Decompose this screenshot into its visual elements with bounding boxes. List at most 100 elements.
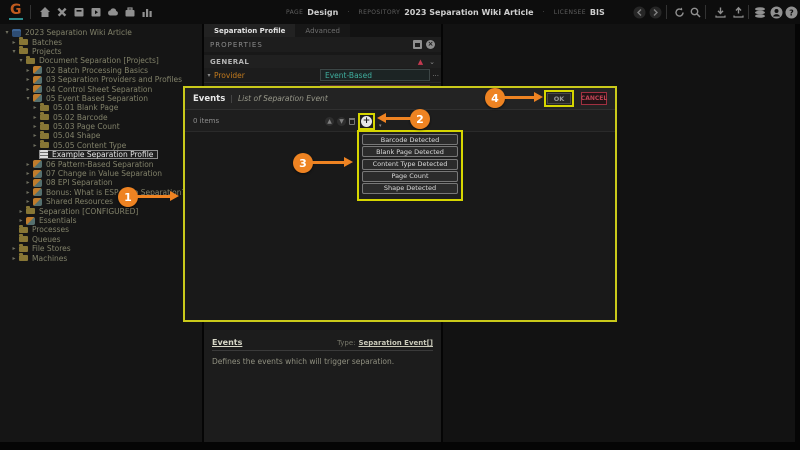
expander-closed-icon[interactable]: ▸	[31, 142, 39, 149]
project-icon	[33, 198, 42, 206]
expander-open-icon[interactable]: ▾	[17, 57, 25, 64]
expander-open-icon[interactable]: ▾	[10, 48, 18, 55]
tab-separation-profile[interactable]: Separation Profile	[204, 24, 295, 37]
download-icon[interactable]	[713, 5, 727, 19]
tree-item-label: Batches	[32, 38, 62, 47]
expander-closed-icon[interactable]: ▸	[24, 161, 32, 168]
tree-item[interactable]: Example Separation Profile	[0, 150, 202, 159]
tree-item[interactable]: ▾2023 Separation Wiki Article	[0, 28, 202, 37]
expander-closed-icon[interactable]: ▸	[31, 132, 39, 139]
cancel-button[interactable]: CANCEL	[581, 92, 607, 105]
type-label: Type:	[337, 339, 355, 347]
tab-advanced[interactable]: Advanced	[295, 24, 350, 37]
expander-closed-icon[interactable]: ▸	[17, 217, 25, 224]
folder-icon	[19, 48, 28, 54]
expander-closed-icon[interactable]: ▸	[17, 208, 25, 215]
type-value-link[interactable]: Separation Event[]	[359, 339, 434, 347]
provider-label: Provider	[214, 71, 245, 80]
add-item-icon[interactable]: +	[361, 116, 372, 127]
provider-row[interactable]: ▾ Provider Event-Based ...	[204, 68, 441, 83]
archive-icon[interactable]	[72, 5, 86, 19]
tree-item[interactable]: Processes	[0, 225, 202, 234]
title-separator: |	[230, 94, 233, 103]
tree-item[interactable]: ▸ Batches	[0, 37, 202, 46]
tree-item[interactable]: ▸03 Separation Providers and Profiles	[0, 75, 202, 84]
provider-value-field[interactable]: Event-Based	[320, 69, 430, 81]
help-icon[interactable]: ?	[784, 5, 798, 19]
tree-item[interactable]: ▸File Stores	[0, 244, 202, 253]
delete-icon[interactable]	[349, 118, 355, 125]
user-icon[interactable]	[769, 5, 783, 19]
tools-icon[interactable]	[55, 5, 69, 19]
provider-more-button[interactable]: ...	[432, 70, 439, 78]
tree-item[interactable]: ▾05 Event Based Separation	[0, 94, 202, 103]
tree-item[interactable]: ▸ 04 Control Sheet Separation	[0, 84, 202, 93]
tree-item[interactable]: ▸02 Batch Processing Basics	[0, 66, 202, 75]
tree-item[interactable]: Queues	[0, 235, 202, 244]
dropdown-item[interactable]: Shape Detected	[362, 183, 458, 194]
tree-item-label: 06 Pattern-Based Separation	[46, 160, 154, 169]
repository-value[interactable]: 2023 Separation Wiki Article	[404, 8, 533, 17]
expander-closed-icon[interactable]: ▸	[10, 245, 18, 252]
forward-icon[interactable]	[648, 5, 662, 19]
search-icon[interactable]	[688, 5, 702, 19]
move-up-icon[interactable]: ▲	[325, 117, 334, 126]
project-icon	[33, 85, 42, 93]
tree-item-label: Machines	[32, 254, 67, 263]
save-icon[interactable]	[413, 40, 422, 49]
expander-closed-icon[interactable]: ▸	[24, 198, 32, 205]
ok-button[interactable]: OK	[547, 93, 571, 104]
expander-open-icon[interactable]: ▾	[3, 29, 11, 36]
page-value[interactable]: Design	[307, 8, 338, 17]
tree-item[interactable]: ▸Separation [CONFIGURED]	[0, 206, 202, 215]
upload-icon[interactable]	[731, 5, 745, 19]
expander-open-icon[interactable]: ▾	[24, 95, 32, 102]
chevron-down-icon[interactable]: ⌄	[429, 58, 435, 66]
expander-closed-icon[interactable]: ▸	[31, 123, 39, 130]
dropdown-item[interactable]: Blank Page Detected	[362, 146, 458, 157]
tree-item[interactable]: ▸Essentials	[0, 216, 202, 225]
expander-closed-icon[interactable]: ▸	[24, 170, 32, 177]
expander-closed-icon[interactable]: ▸	[24, 189, 32, 196]
dropdown-caret-icon[interactable]: ▾	[379, 123, 382, 129]
grooper-logo-icon[interactable]: G	[9, 2, 23, 20]
tree-item[interactable]: ▸05.01 Blank Page	[0, 103, 202, 112]
expander-closed-icon[interactable]: ▸	[24, 76, 32, 83]
warning-icon: ▲	[418, 58, 423, 66]
license-value[interactable]: BIS	[590, 8, 605, 17]
expander-closed-icon[interactable]: ▸	[24, 179, 32, 186]
briefcase-icon[interactable]	[123, 5, 137, 19]
tree-item[interactable]: ▾Projects	[0, 47, 202, 56]
tree-item[interactable]: ▸05.02 Barcode	[0, 113, 202, 122]
expander-closed-icon[interactable]: ▸	[10, 39, 18, 46]
tree-item[interactable]: ▸07 Change in Value Separation	[0, 169, 202, 178]
database-icon[interactable]	[753, 5, 767, 19]
dropdown-item[interactable]: Barcode Detected	[362, 134, 458, 145]
refresh-icon[interactable]	[672, 5, 686, 19]
tree-item-label: 04 Control Sheet Separation	[46, 85, 152, 94]
expander-closed-icon[interactable]: ▸	[24, 67, 32, 74]
tree-item[interactable]: ▸05.03 Page Count	[0, 122, 202, 131]
home-icon[interactable]	[38, 5, 52, 19]
tree-item[interactable]: ▸05.05 Content Type	[0, 141, 202, 150]
tree-item[interactable]: ▸08 EPI Separation	[0, 178, 202, 187]
close-icon[interactable]: ×	[426, 40, 435, 49]
expander-closed-icon[interactable]: ▸	[10, 255, 18, 262]
dropdown-item[interactable]: Content Type Detected	[362, 159, 458, 170]
tree-item[interactable]: ▸ Machines	[0, 253, 202, 262]
tree-item[interactable]: ▸05.04 Shape	[0, 131, 202, 140]
expander-open-icon[interactable]: ▾	[204, 72, 214, 79]
tree-item[interactable]: ▾Document Separation [Projects]	[0, 56, 202, 65]
cloud-icon[interactable]	[106, 5, 120, 19]
dropdown-item[interactable]: Page Count	[362, 171, 458, 182]
back-icon[interactable]	[632, 5, 646, 19]
expander-closed-icon[interactable]: ▸	[31, 104, 39, 111]
move-down-icon[interactable]: ▼	[337, 117, 346, 126]
media-icon[interactable]	[89, 5, 103, 19]
expander-closed-icon[interactable]: ▸	[31, 114, 39, 121]
bar-chart-icon[interactable]	[140, 5, 154, 19]
folder-icon	[40, 105, 49, 111]
general-section-header[interactable]: GENERAL ▲ ⌄	[204, 55, 441, 68]
expander-closed-icon[interactable]: ▸	[24, 86, 32, 93]
tree-item[interactable]: ▸ 06 Pattern-Based Separation	[0, 159, 202, 168]
